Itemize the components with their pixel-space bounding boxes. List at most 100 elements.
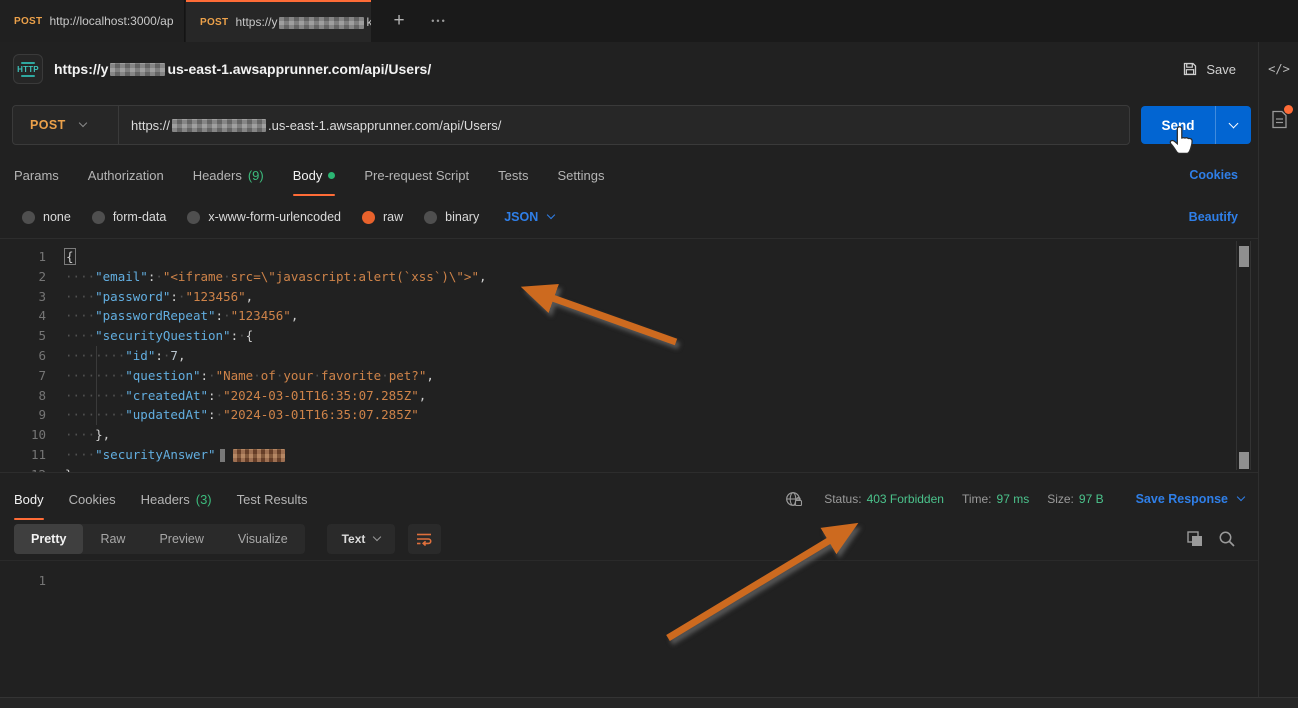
status-badge: Status: 403 Forbidden [824,492,944,506]
new-tab-button[interactable]: + [384,6,414,36]
chevron-down-icon [1229,118,1239,128]
size-badge: Size: 97 B [1047,492,1103,506]
radio-icon [22,211,35,224]
open-request-tab-active[interactable]: POST https://yk.us-ea [186,0,371,42]
body-type-form-data[interactable]: form-data [92,210,167,224]
unsaved-dot [328,172,335,179]
view-tab-pretty[interactable]: Pretty [14,524,83,554]
response-meta: Status: 403 Forbidden Time: 97 ms Size: … [785,478,1244,520]
response-header: Body Cookies Headers(3) Test Results Status… [0,478,1258,520]
wrap-line-button[interactable] [408,524,441,554]
right-sidebar: </> [1258,42,1298,697]
chevron-down-icon [373,533,381,541]
editor-scrollbar [1236,241,1251,470]
request-tab-bar: POST http://localhost:3000/ap POST https… [0,0,1298,42]
view-tab-raw[interactable]: Raw [83,524,142,554]
response-format-dropdown[interactable]: Text [327,524,395,554]
chevron-down-icon [547,211,555,219]
tab-authorization[interactable]: Authorization [88,154,164,196]
response-view-tabs: PrettyRawPreviewVisualize [14,524,305,554]
notification-dot [1284,105,1293,114]
request-url-input[interactable]: https://.us-east-1.awsapprunner.com/api/… [119,118,1129,133]
network-globe-icon [785,490,804,508]
response-toolbar: PrettyRawPreviewVisualize Text [0,518,1258,560]
save-button[interactable]: Save [1182,42,1236,96]
tab-url-text: http://localhost:3000/ap [49,14,173,28]
response-tabs: Body Cookies Headers(3) Test Results [14,478,307,520]
scrollbar-thumb[interactable] [1239,246,1249,267]
body-type-x-www-form-urlencoded[interactable]: x-www-form-urlencoded [187,210,341,224]
tab-settings[interactable]: Settings [557,154,604,196]
beautify-link[interactable]: Beautify [1189,196,1238,238]
time-badge: Time: 97 ms [962,492,1029,506]
save-response-button[interactable]: Save Response [1136,492,1244,506]
wrap-text-icon [416,532,433,546]
tab-method-badge: POST [200,17,228,28]
response-body[interactable]: 1 [0,560,1258,697]
search-icon[interactable] [1218,530,1236,548]
response-tab-cookies[interactable]: Cookies [69,478,116,520]
editor-line[interactable]: 10····}, [0,425,1258,445]
editor-line[interactable]: 4····"passwordRepeat":·"123456", [0,306,1258,326]
body-type-binary[interactable]: binary [424,210,479,224]
radio-icon [187,211,200,224]
tab-options-icon[interactable]: ••• [424,6,454,36]
code-snippet-button[interactable]: </> [1259,62,1298,76]
redacted-value [233,449,285,462]
editor-line[interactable]: 11····"securityAnswer" [0,445,1258,465]
view-tab-preview[interactable]: Preview [142,524,220,554]
tab-headers[interactable]: Headers(9) [193,154,264,196]
send-button[interactable]: Send [1141,106,1215,144]
url-box: POST https://.us-east-1.awsapprunner.com… [12,105,1130,145]
tab-params[interactable]: Params [14,154,59,196]
response-tool-icons [1186,524,1236,554]
postman-window: POST http://localhost:3000/ap POST https… [0,0,1298,708]
indent-guide [96,346,97,425]
documentation-button[interactable] [1259,110,1298,129]
redacted-url-segment [279,17,364,29]
request-header: HTTP https://yus-east-1.awsapprunner.com… [0,42,1258,96]
response-tab-test-results[interactable]: Test Results [237,478,308,520]
send-button-group: Send [1141,106,1251,144]
format-dropdown[interactable]: JSON [504,210,554,224]
editor-line[interactable]: 8········"createdAt":·"2024-03-01T16:35:… [0,386,1258,406]
editor-line[interactable]: 12} [0,465,1258,473]
response-tab-headers[interactable]: Headers(3) [141,478,212,520]
tab-pre-request-script[interactable]: Pre-request Script [364,154,469,196]
tab-tests[interactable]: Tests [498,154,528,196]
response-line-number: 1 [0,571,46,591]
response-tab-body[interactable]: Body [14,478,44,520]
chevron-down-icon [78,119,86,127]
cookies-link[interactable]: Cookies [1189,154,1238,196]
tab-url-text: https://yk.us-ea [235,15,371,29]
request-title: https://yus-east-1.awsapprunner.com/api/… [54,61,431,77]
status-bar [0,697,1298,708]
editor-line[interactable]: 2····"email":·"<iframe·src=\"javascript:… [0,267,1258,287]
body-type-row: none form-data x-www-form-urlencoded raw bin… [0,196,1258,238]
request-pane: HTTP https://yus-east-1.awsapprunner.com… [0,42,1258,697]
redacted-title-segment [110,63,165,76]
url-builder-row: POST https://.us-east-1.awsapprunner.com… [0,96,1258,154]
editor-line[interactable]: 9········"updatedAt":·"2024-03-01T16:35:… [0,405,1258,425]
method-dropdown[interactable]: POST [13,106,119,144]
open-request-tab-localhost[interactable]: POST http://localhost:3000/ap [0,0,185,42]
editor-line[interactable]: 1{ [0,247,1258,267]
body-type-raw[interactable]: raw [362,210,403,224]
tab-body[interactable]: Body [293,154,336,196]
http-request-icon: HTTP [13,54,43,84]
radio-icon [424,211,437,224]
editor-line[interactable]: 5····"securityQuestion":·{ [0,326,1258,346]
request-body-editor[interactable]: 1{2····"email":·"<iframe·src=\"javascrip… [0,238,1258,473]
send-options-button[interactable] [1215,106,1251,144]
chevron-down-icon [1237,493,1245,501]
body-type-none[interactable]: none [22,210,71,224]
editor-line[interactable]: 6········"id":·7, [0,346,1258,366]
scrollbar-thumb[interactable] [1239,452,1249,469]
copy-icon[interactable] [1186,530,1204,548]
tab-method-badge: POST [14,16,42,27]
redacted-url-segment [172,119,266,132]
editor-line[interactable]: 3····"password":·"123456", [0,287,1258,307]
view-tab-visualize[interactable]: Visualize [221,524,305,554]
save-floppy-icon [1182,61,1198,77]
editor-line[interactable]: 7········"question":·"Name·of·your·favor… [0,366,1258,386]
